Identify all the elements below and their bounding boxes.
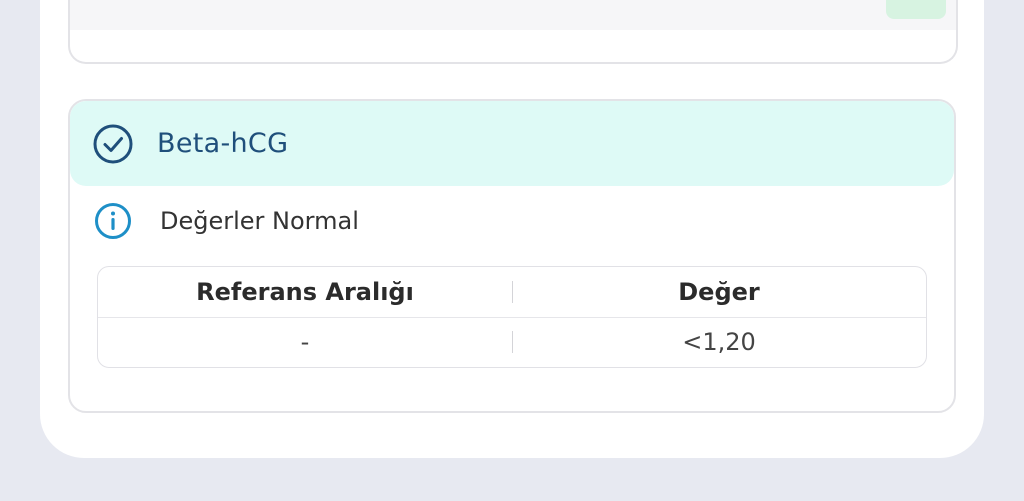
column-header-value: Değer	[678, 278, 760, 306]
test-card-header[interactable]: Beta-hCG	[70, 101, 954, 186]
table-row: - <1,20	[98, 317, 926, 367]
previous-card-content-area	[70, 0, 956, 30]
test-title: Beta-hCG	[157, 128, 289, 159]
value-cell: <1,20	[682, 328, 756, 356]
reference-range-cell: -	[300, 328, 310, 356]
test-result-card[interactable]: Beta-hCG Değerler Normal Referans Aralığ…	[68, 99, 956, 413]
column-header-reference-range: Referans Aralığı	[196, 278, 414, 306]
reference-table: Referans Aralığı Değer - <1,20	[97, 266, 927, 368]
previous-test-card	[68, 0, 958, 64]
table-header-row: Referans Aralığı Değer	[98, 267, 926, 318]
info-circle-icon	[95, 203, 131, 239]
check-circle-icon	[93, 124, 133, 164]
previous-card-status-chip	[886, 0, 946, 19]
result-status-text: Değerler Normal	[160, 207, 359, 235]
